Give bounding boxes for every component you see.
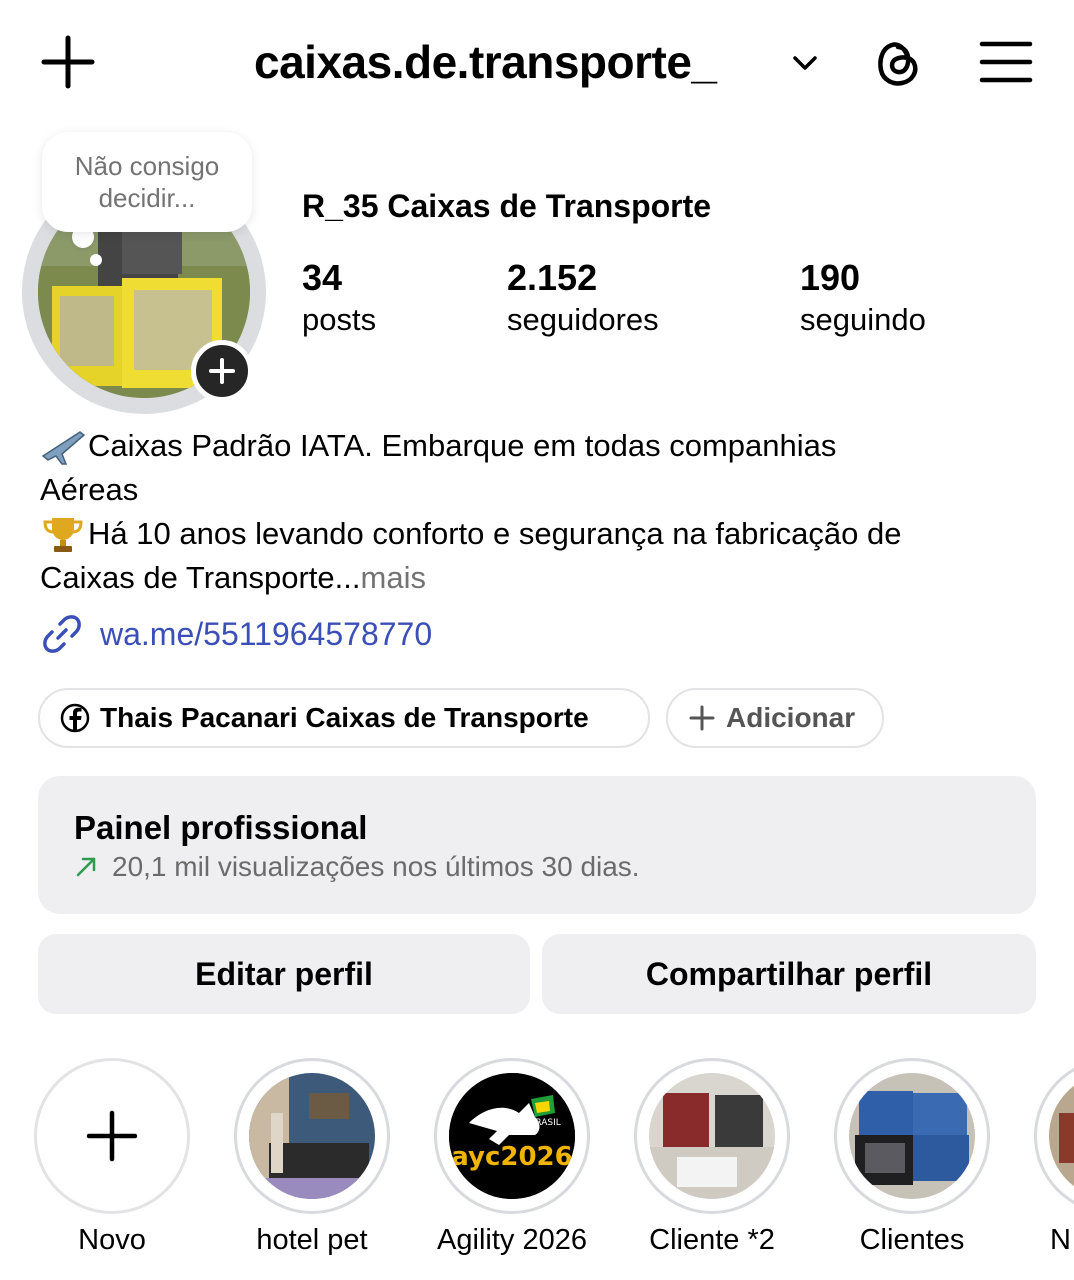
link-icon	[43, 615, 81, 653]
highlight-agility-2026[interactable]: BRASIL ayc2026 Agility 2026	[434, 1058, 590, 1256]
highlight-label: Clientes	[859, 1224, 965, 1256]
trend-up-arrow-icon	[76, 857, 96, 877]
share-profile-button[interactable]: Compartilhar perfil	[542, 934, 1036, 1014]
bio[interactable]: Caixas Padrão IATA. Embarque em todas co…	[40, 424, 1050, 600]
agility-badge-sub: BRASIL	[529, 1118, 561, 1128]
plus-icon	[86, 1110, 138, 1162]
stat-posts[interactable]: 34 posts	[302, 256, 376, 340]
highlight-new[interactable]: Novo	[34, 1058, 190, 1256]
bio-line-2: Aéreas	[40, 472, 139, 507]
add-chip-label: Adicionar	[726, 702, 856, 733]
panel-title: Painel profissional	[74, 809, 368, 846]
edit-profile-button[interactable]: Editar perfil	[38, 934, 530, 1014]
stat-label: seguidores	[507, 302, 659, 337]
note-bubble-tail-small	[90, 254, 102, 266]
highlight-cliente-2[interactable]: Cliente *2	[634, 1058, 790, 1256]
display-name: R_35 Caixas de Transporte	[302, 188, 712, 224]
account-username[interactable]: caixas.de.transporte_	[254, 34, 717, 90]
stat-label: posts	[302, 302, 377, 337]
stat-value: 34	[302, 257, 343, 298]
facebook-icon	[60, 703, 90, 733]
bio-line-4: Caixas de Transporte...	[40, 560, 361, 595]
threads-icon[interactable]	[868, 32, 928, 92]
plus-icon	[209, 358, 235, 384]
highlight-hotel-pet[interactable]: hotel pet	[234, 1058, 390, 1256]
menu-icon[interactable]	[978, 38, 1034, 86]
highlight-cover-image	[1049, 1073, 1074, 1199]
highlight-cover-image	[849, 1073, 975, 1199]
stat-label: seguindo	[800, 302, 926, 337]
plus-icon	[689, 705, 715, 731]
panel-subtitle: 20,1 mil visualizações nos últimos 30 di…	[112, 851, 640, 882]
bio-line-3: Há 10 anos levando conforto e segurança …	[88, 516, 902, 551]
stat-followers[interactable]: 2.152 seguidores	[507, 256, 659, 340]
profile-note[interactable]: Não consigo decidir...	[42, 132, 252, 232]
bio-line-1: Caixas Padrão IATA. Embarque em todas co…	[88, 428, 837, 463]
stat-value: 2.152	[507, 257, 598, 298]
new-post-plus-icon[interactable]	[40, 34, 96, 90]
agility-badge-text: ayc2026	[451, 1142, 572, 1172]
highlight-clientes[interactable]: Clientes	[834, 1058, 990, 1256]
highlight-label: N	[1050, 1224, 1071, 1256]
highlight-cover-image	[649, 1073, 775, 1199]
bio-more-link[interactable]: mais	[361, 556, 426, 600]
bio-link[interactable]: wa.me/5511964578770	[40, 612, 432, 656]
facebook-page-chip[interactable]: Thais Pacanari Caixas de Transporte	[38, 688, 650, 748]
highlight-partial[interactable]: N	[1034, 1058, 1074, 1280]
agility-logo-icon: BRASIL ayc2026	[449, 1073, 575, 1199]
add-story-button[interactable]	[191, 340, 253, 402]
panel-subtitle-row: 20,1 mil visualizações nos últimos 30 di…	[74, 848, 640, 886]
facebook-page-name: Thais Pacanari Caixas de Transporte	[100, 702, 589, 733]
chevron-down-icon[interactable]	[790, 48, 820, 78]
trophy-icon	[43, 518, 83, 552]
airplane-icon	[41, 431, 86, 465]
stat-value: 190	[800, 257, 861, 298]
add-link-chip[interactable]: Adicionar	[666, 688, 884, 748]
stat-following[interactable]: 190 seguindo	[800, 256, 926, 340]
highlight-cover-image	[249, 1073, 375, 1199]
link-text: wa.me/5511964578770	[100, 616, 433, 652]
